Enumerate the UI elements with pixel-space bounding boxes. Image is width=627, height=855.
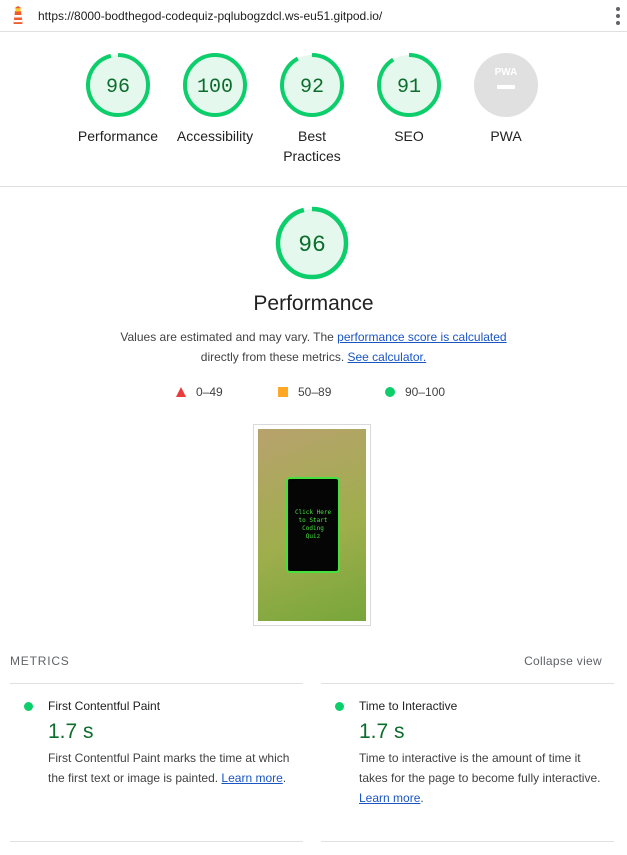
metric-desc-suffix: . [282,771,287,785]
legend-pass: 90–100 [385,385,445,399]
pwa-badge-icon: PWA [474,53,538,117]
gauge-score: 96 [106,76,130,99]
performance-description: Values are estimated and may vary. The p… [80,327,547,367]
pass-circle-icon [385,387,395,397]
learn-more-link[interactable]: Learn more [221,771,282,785]
url-bar: https://8000-bodthegod-codequiz-pqlubogz… [0,0,627,32]
gauge-pwa[interactable]: PWA PWA [456,52,556,146]
score-gauge-icon: 92 [280,53,344,117]
score-summary: 96 Performance 100 Accessibility 92 Best… [0,32,627,187]
divider [321,841,614,842]
metric-first-contentful-paint: First Contentful Paint 1.7 s First Conte… [10,683,303,841]
score-legend: 0–49 50–89 90–100 [0,385,627,401]
legend-fail: 0–49 [176,385,223,399]
more-vert-icon[interactable] [615,7,621,25]
screenshot-start-button: Click Here to Start Coding Quiz [286,477,340,573]
gauge-label: Accessibility [176,128,254,144]
score-calculated-link[interactable]: performance score is calculated [337,330,506,344]
gauge-label: Best Practices [283,126,341,166]
screenshot-image: Click Here to Start Coding Quiz [258,429,366,621]
metric-value: 1.7 s [48,720,94,743]
gauge-label-line: Practices [283,148,341,164]
average-square-icon [278,387,288,397]
performance-score: 96 [298,232,326,258]
gauge-best-practices[interactable]: 92 Best Practices [262,52,362,166]
gauge-score: 91 [397,76,421,99]
score-gauge-icon: 91 [377,53,441,117]
gauge-score: 100 [197,76,233,99]
pass-circle-icon [335,702,344,711]
metric-desc-suffix: . [420,791,424,805]
metric-name: First Contentful Paint [48,699,161,713]
final-screenshot[interactable]: Click Here to Start Coding Quiz [253,424,371,626]
metric-description: Time to interactive is the amount of tim… [359,748,609,808]
performance-title: Performance [253,292,374,315]
score-gauge-icon: 96 [86,53,150,117]
gauge-label: PWA [490,128,522,144]
gauge-seo[interactable]: 91 SEO [359,52,459,146]
gauge-label: SEO [394,128,424,144]
gauge-accessibility[interactable]: 100 Accessibility [165,52,265,146]
divider [10,841,303,842]
legend-range: 50–89 [298,385,332,399]
metric-time-to-interactive: Time to Interactive 1.7 s Time to intera… [321,683,614,841]
metric-description: First Contentful Paint marks the time at… [48,748,298,788]
collapse-view-button[interactable]: Collapse view [524,654,602,668]
metric-name: Time to Interactive [359,699,458,713]
desc-text: Values are estimated and may vary. The [120,330,338,344]
metrics-heading: METRICS [10,654,70,668]
gauge-performance[interactable]: 96 Performance [68,52,168,146]
gauge-label: Performance [77,128,159,144]
metric-value: 1.7 s [359,720,405,743]
lighthouse-icon [13,6,23,24]
metric-desc-text: Time to interactive is the amount of tim… [359,751,601,785]
legend-range: 90–100 [405,385,446,399]
gauge-score: 92 [300,76,324,99]
screenshot-text: Click Here to Start Coding Quiz [294,509,332,540]
legend-range: 0–49 [196,385,223,399]
learn-more-link[interactable]: Learn more [359,791,420,805]
pass-circle-icon [24,702,33,711]
score-gauge-icon: 100 [183,53,247,117]
legend-average: 50–89 [278,385,331,399]
desc-text: directly from these metrics. [200,350,348,364]
pwa-badge-text: PWA [495,67,518,78]
fail-triangle-icon [176,387,186,397]
see-calculator-link[interactable]: See calculator. [347,350,426,364]
performance-score-gauge: 96 [275,206,349,280]
page-url: https://8000-bodthegod-codequiz-pqlubogz… [38,9,383,23]
gauge-label-line: Best [297,128,326,144]
